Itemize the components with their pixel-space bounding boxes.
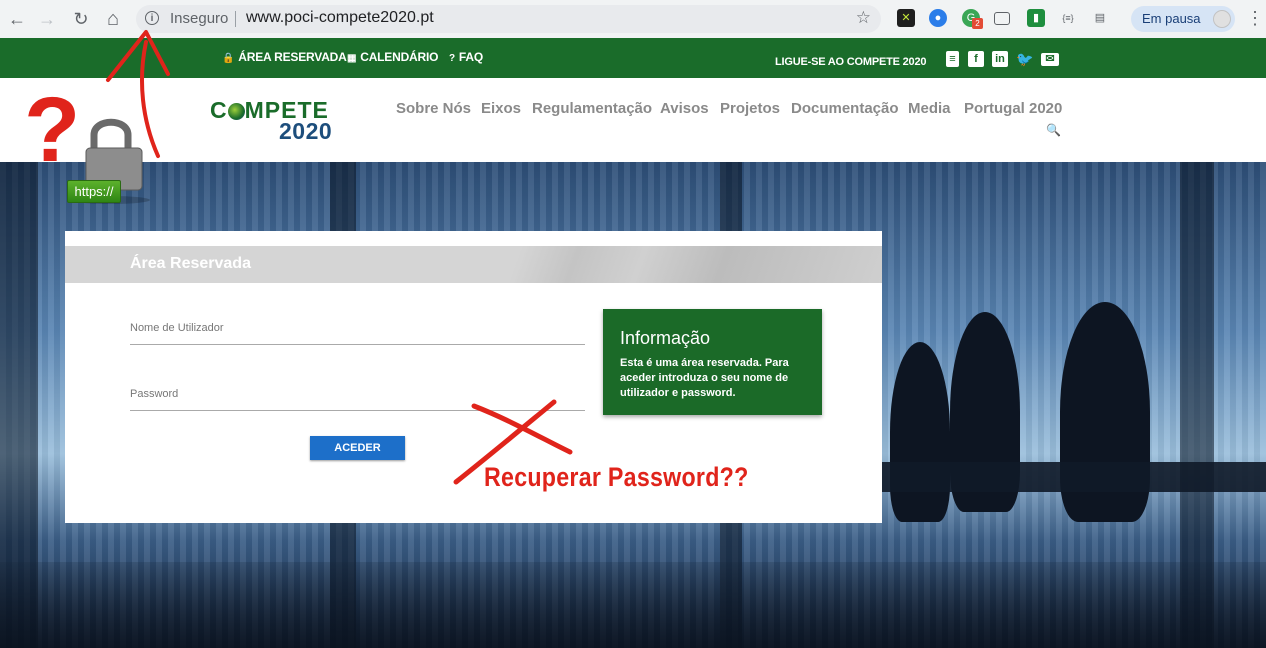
reload-icon[interactable]: ↻ — [70, 8, 92, 30]
url-text[interactable]: www.poci-compete2020.pt — [246, 9, 434, 27]
document-icon[interactable]: ≡ — [946, 51, 959, 67]
twitter-icon[interactable]: 🐦 — [1016, 51, 1033, 67]
back-icon[interactable]: ← — [6, 8, 28, 30]
nav-sobre-nos[interactable]: Sobre Nós — [396, 100, 471, 117]
info-text: Esta é uma área reservada. Para aceder i… — [620, 357, 789, 399]
ext-chat-icon[interactable]: ● — [929, 9, 947, 27]
nav-regulamentacao[interactable]: Regulamentação — [532, 100, 652, 117]
browser-menu-icon[interactable]: ⋮ — [1246, 9, 1264, 27]
faq-link[interactable]: ? FAQ — [449, 50, 483, 64]
security-status[interactable]: Inseguro — [170, 10, 228, 27]
https-badge: https:// — [67, 180, 121, 203]
address-bar[interactable]: i Inseguro www.poci-compete2020.pt ☆ — [136, 5, 881, 33]
panel-header: Área Reservada — [65, 246, 882, 283]
info-box: Informação Esta é uma área reservada. Pa… — [603, 309, 822, 415]
username-field[interactable]: Nome de Utilizador — [130, 322, 585, 346]
password-field[interactable]: Password — [130, 388, 585, 412]
nav-media[interactable]: Media — [908, 100, 951, 117]
logo-letter: C — [210, 97, 228, 123]
floor-reflection — [0, 562, 1266, 648]
profile-label: Em pausa — [1142, 11, 1201, 26]
username-label: Nome de Utilizador — [130, 322, 224, 334]
cast-icon[interactable] — [994, 12, 1010, 25]
login-button[interactable]: ACEDER — [310, 436, 405, 460]
ext-green-icon[interactable]: ▮ — [1027, 9, 1045, 27]
reserved-area-label: ÁREA RESERVADA — [238, 50, 347, 64]
panel-title: Área Reservada — [130, 255, 251, 272]
site-topbar: 🔒 ÁREA RESERVADA ▦ CALENDÁRIO ? FAQ LIGUE-S… — [0, 38, 1266, 78]
nav-projetos[interactable]: Projetos — [720, 100, 780, 117]
email-icon[interactable]: ✉ — [1041, 53, 1059, 66]
login-panel: Área Reservada Nome de Utilizador Passwo… — [65, 231, 882, 523]
avatar — [1213, 10, 1231, 28]
linkedin-icon[interactable]: in — [992, 51, 1008, 67]
ext-badge-count: 2 — [972, 18, 983, 29]
calendar-link[interactable]: ▦ CALENDÁRIO — [347, 50, 438, 64]
home-icon[interactable]: ⌂ — [102, 8, 124, 30]
ext-doc-icon[interactable]: ▤ — [1091, 9, 1109, 27]
lock-icon: 🔒 — [222, 53, 235, 64]
logo-globe-icon — [227, 103, 245, 120]
password-label: Password — [130, 388, 179, 400]
password-underline — [130, 410, 585, 411]
ext-x-icon[interactable]: ✕ — [897, 9, 915, 27]
calendar-label: CALENDÁRIO — [360, 50, 439, 64]
recover-password-annotation: Recuperar Password?? — [484, 462, 749, 492]
site-header: C MPETE 2020 Sobre Nós Eixos Regulamentaç… — [0, 78, 1266, 162]
username-underline — [130, 344, 585, 345]
question-circle-icon: ? — [449, 53, 455, 64]
calendar-icon: ▦ — [347, 53, 357, 64]
bookmark-star-icon[interactable]: ☆ — [856, 8, 871, 28]
forward-icon[interactable]: → — [36, 8, 58, 30]
faq-label: FAQ — [458, 50, 483, 64]
connect-label: LIGUE-SE AO COMPETE 2020 — [775, 56, 927, 68]
red-question-mark: ? — [24, 79, 81, 181]
browser-toolbar: ← → ↻ ⌂ i Inseguro www.poci-compete2020.… — [0, 0, 1266, 39]
info-title: Informação — [620, 328, 711, 348]
ext-badge-icon[interactable]: G 2 — [962, 9, 983, 29]
profile-button[interactable]: Em pausa — [1131, 6, 1235, 32]
facebook-icon[interactable]: f — [968, 51, 984, 67]
search-icon[interactable]: 🔍 — [1046, 123, 1061, 137]
nav-avisos[interactable]: Avisos — [660, 100, 709, 117]
nav-eixos[interactable]: Eixos — [481, 100, 521, 117]
table-silhouette — [870, 462, 1266, 492]
nav-portugal-2020[interactable]: Portugal 2020 — [964, 100, 1062, 117]
person-silhouette — [890, 342, 950, 522]
omnibox-divider — [235, 11, 236, 27]
ext-brackets-icon[interactable]: {≡} — [1059, 9, 1077, 27]
info-icon[interactable]: i — [145, 11, 159, 25]
nav-documentacao[interactable]: Documentação — [791, 100, 899, 117]
logo-line2: 2020 — [279, 118, 333, 144]
reserved-area-link[interactable]: 🔒 ÁREA RESERVADA — [222, 50, 347, 64]
